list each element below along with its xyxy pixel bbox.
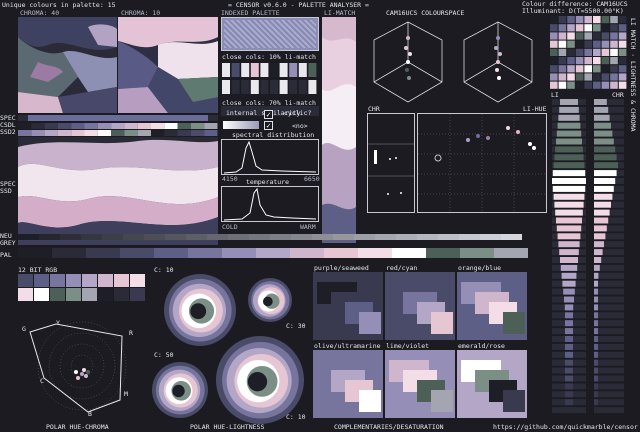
- hue-letter-r: R: [129, 329, 133, 337]
- li-match-label: LI-MATCH: [324, 9, 356, 17]
- li-match-grid: [550, 16, 627, 89]
- chroma-voronoi-panels: [18, 17, 218, 113]
- spectral-max: 6650: [304, 175, 320, 183]
- chr-right-label: CHR: [612, 91, 624, 99]
- li-hue-label: LI-HUE: [523, 105, 547, 113]
- cam16ucs-cubes: [373, 21, 533, 103]
- chroma40-label: CHROMA: 40: [20, 9, 60, 17]
- hue-letter-c: C: [40, 377, 44, 385]
- spectral-distribution-label: spectral distribution: [232, 131, 315, 139]
- li-hue-plot: [417, 113, 547, 213]
- hue-letter-b: B: [88, 410, 92, 418]
- similarity-bar: [223, 121, 259, 129]
- pair-purple-seaweed: purple/seaweed: [314, 264, 369, 272]
- chroma10-label: CHROMA: 10: [121, 9, 161, 17]
- temperature-warm: WARM: [300, 223, 316, 231]
- polar-hue-chroma: [18, 314, 146, 418]
- illuminant: Illuminant: D(T=5500.00°K): [522, 7, 624, 15]
- li-label: LI: [551, 91, 559, 99]
- spectrum-landscape: [18, 137, 218, 245]
- temperature-cold: COLD: [222, 223, 238, 231]
- li-match-strip: [322, 17, 356, 243]
- pal-label: PAL: [0, 251, 12, 259]
- cyclic-value: <no>: [292, 122, 308, 130]
- pair-red-cyan: red/cyan: [386, 264, 418, 272]
- cyclic-label: cyclic?: [284, 109, 312, 117]
- cam16ucs-label: CAM16UCS COLOURSPACE: [386, 9, 465, 17]
- bit-rgb-grid: [18, 274, 145, 301]
- close-cols-10-label: close cols: 10% li-match: [222, 53, 316, 61]
- palette-strip: [18, 234, 528, 258]
- chroma-plot: [367, 113, 415, 213]
- li-match-vertical-label: LI MATCH · LIGHTNESS & CHROMA: [629, 18, 637, 132]
- indexed-palette-label: INDEXED PALETTE: [221, 9, 280, 17]
- ssd2-label: SSD2: [0, 128, 16, 136]
- polar-hue-lightness-rings: [152, 274, 304, 424]
- cyclic-check[interactable]: ✓: [264, 121, 273, 130]
- hue-letter-y: Y: [56, 319, 60, 327]
- chr-left-label: CHR: [368, 105, 380, 113]
- polar-hue-lightness-label: POLAR HUE-LIGHTNESS: [190, 423, 265, 431]
- grey-label: GREY: [0, 239, 16, 247]
- polar-hue-chroma-label: POLAR HUE-CHROMA: [46, 423, 109, 431]
- app-title: = CENSOR v0.6.0 - PALETTE ANALYSER =: [228, 1, 369, 9]
- internal-similarity-check[interactable]: ✓: [264, 110, 273, 119]
- ssd-label: SSD: [0, 187, 12, 195]
- hue-letter-g: G: [22, 325, 26, 333]
- hue-letter-m: M: [124, 390, 128, 398]
- temperature-graph: [221, 186, 319, 222]
- bit-rgb-label: 12 BIT RGB: [18, 266, 58, 274]
- pair-orange-blue: orange/blue: [458, 264, 502, 272]
- complementary-panels: [313, 272, 527, 418]
- temperature-label: temperature: [246, 178, 290, 186]
- lightness-chroma-bars: [552, 99, 624, 414]
- github-link[interactable]: https://github.com/quickmarble/censor: [493, 423, 638, 431]
- unique-colours-count: Unique colours in palette: 15: [2, 1, 116, 9]
- close-cols-10-swatches: [221, 61, 319, 97]
- spectral-min: 4150: [222, 175, 238, 183]
- spectrum-bars: [18, 115, 218, 136]
- spectral-graph: [221, 139, 319, 175]
- complementaries-label: COMPLEMENTARIES/DESATURATION: [334, 423, 444, 431]
- indexed-palette-dither: [221, 17, 319, 51]
